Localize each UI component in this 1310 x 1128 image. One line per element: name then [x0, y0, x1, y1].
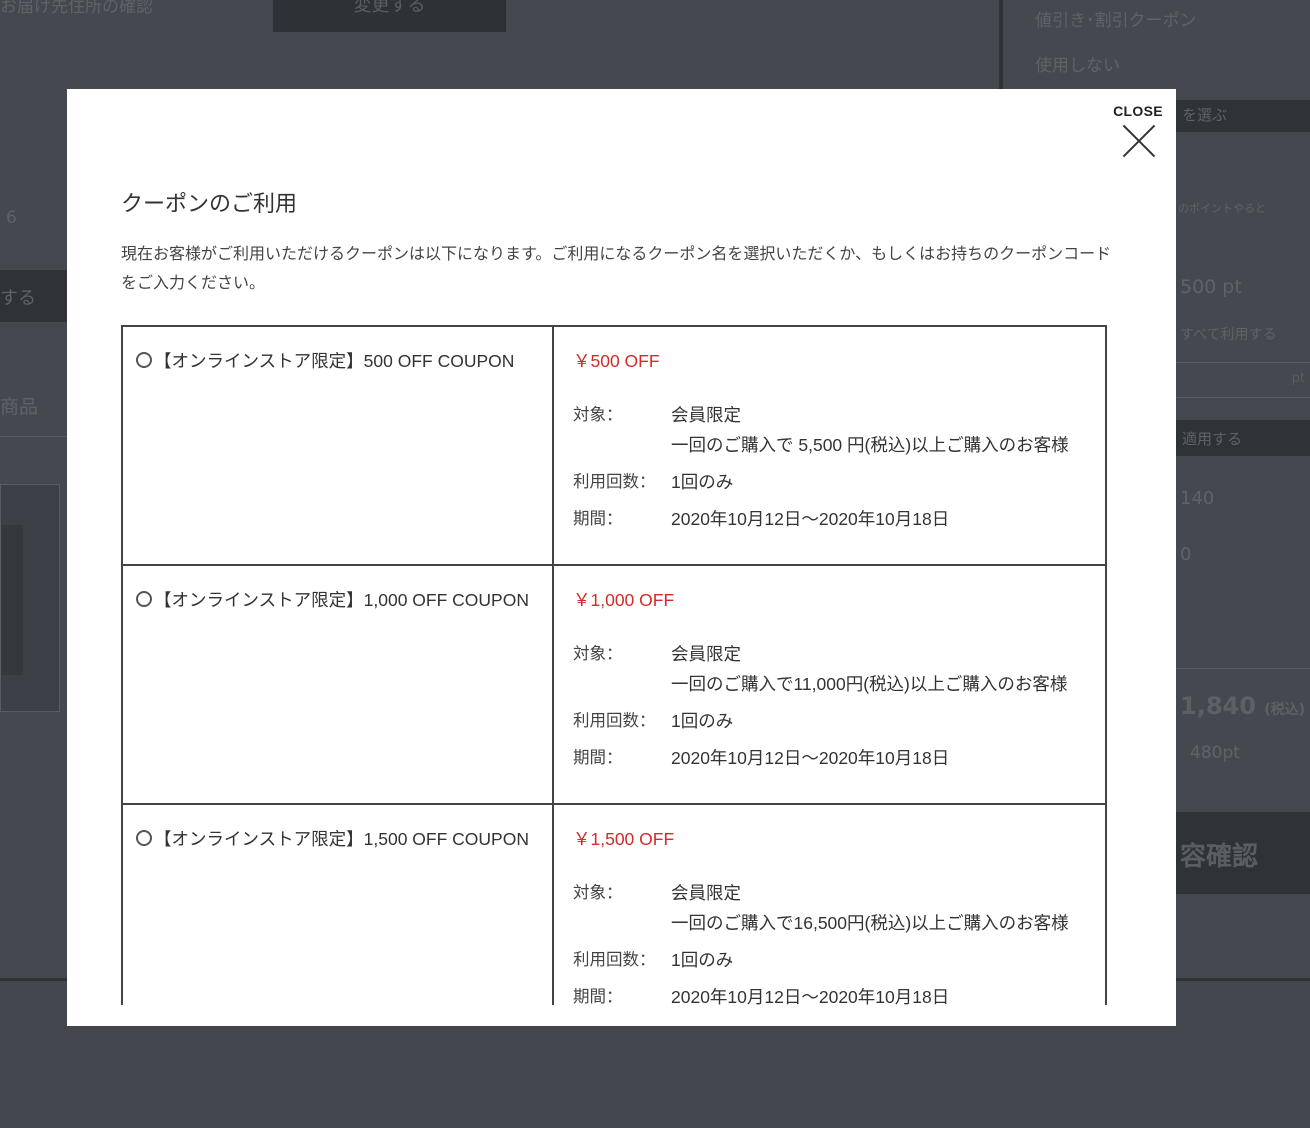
- target-line1: 会員限定: [671, 883, 741, 903]
- usage-value: 1回のみ: [671, 472, 734, 492]
- coupon-row: 【オンラインストア限定】1,500 OFF COUPON ￥1,500 OFF …: [123, 805, 1105, 1007]
- bg-address-text: お届け先住所の確認: [0, 0, 153, 17]
- bg-apply-bar: 適用する: [1176, 420, 1310, 456]
- usage-label: 利用回数：: [573, 951, 656, 969]
- target-line1: 会員限定: [671, 405, 741, 425]
- coupon-period-row: 期間： 2020年10月12日〜2020年10月18日: [573, 504, 1105, 534]
- coupon-modal: CLOSE クーポンのご利用 現在お客様がご利用いただけるクーポンは以下になりま…: [67, 89, 1176, 1026]
- target-line2: 一回のご購入で16,500円(税込)以上ご購入のお客様: [671, 913, 1069, 933]
- bg-value-a: 140: [1180, 488, 1215, 509]
- coupon-period-row: 期間： 2020年10月12日〜2020年10月18日: [573, 982, 1105, 1012]
- target-value: 会員限定 一回のご購入で 5,500 円(税込)以上ご購入のお客様: [671, 400, 1105, 460]
- coupon-name: 【オンラインストア限定】500 OFF COUPON: [154, 351, 515, 371]
- close-label: CLOSE: [1113, 103, 1163, 119]
- coupon-price: ￥1,500 OFF: [573, 829, 675, 849]
- bg-earned-points: 480pt: [1190, 743, 1240, 763]
- target-line1: 会員限定: [671, 644, 741, 664]
- target-value: 会員限定 一回のご購入で11,000円(税込)以上ご購入のお客様: [671, 639, 1105, 699]
- bg-total-tax: (税込): [1264, 702, 1306, 718]
- bg-select-bar: を選ぶ: [1176, 100, 1310, 132]
- coupon-price: ￥500 OFF: [573, 351, 660, 371]
- coupon-details: ￥1,000 OFF 対象： 会員限定 一回のご購入で11,000円(税込)以上…: [554, 566, 1105, 803]
- period-value: 2020年10月12日〜2020年10月18日: [671, 987, 950, 1007]
- close-icon[interactable]: [1120, 123, 1156, 159]
- bg-use-all-points: すべて利用する: [1180, 327, 1277, 343]
- bg-product-heading: 商品: [0, 396, 39, 418]
- radio-button[interactable]: [136, 591, 152, 607]
- coupon-target-row: 対象： 会員限定 一回のご購入で 5,500 円(税込)以上ご購入のお客様: [573, 400, 1105, 460]
- bg-coupon-unused: 使用しない: [1035, 56, 1120, 76]
- period-label: 期間：: [573, 510, 623, 528]
- coupon-row: 【オンラインストア限定】1,000 OFF COUPON ￥1,000 OFF …: [123, 566, 1105, 805]
- modal-title: クーポンのご利用: [121, 192, 298, 217]
- bg-points-note: のポイントやると: [1178, 202, 1266, 215]
- period-label: 期間：: [573, 988, 623, 1006]
- coupon-option[interactable]: 【オンラインストア限定】500 OFF COUPON: [123, 327, 554, 564]
- coupon-target-row: 対象： 会員限定 一回のご購入で16,500円(税込)以上ご購入のお客様: [573, 878, 1105, 938]
- bg-change-button: 変更する: [273, 0, 506, 32]
- period-label: 期間：: [573, 749, 623, 767]
- coupon-name: 【オンラインストア限定】1,500 OFF COUPON: [154, 829, 529, 849]
- coupon-table: 【オンラインストア限定】500 OFF COUPON ￥500 OFF 対象： …: [121, 325, 1107, 1007]
- target-label: 対象：: [573, 645, 623, 663]
- bg-value-b: 0: [1180, 544, 1192, 565]
- usage-value: 1回のみ: [671, 950, 734, 970]
- close-button[interactable]: CLOSE: [1113, 103, 1163, 163]
- bg-total: 1,840 (税込): [1180, 692, 1305, 720]
- usage-label: 利用回数：: [573, 712, 656, 730]
- target-label: 対象：: [573, 884, 623, 902]
- bg-points-unit: pt: [1291, 371, 1305, 386]
- modal-description: 現在お客様がご利用いただけるクーポンは以下になります。ご利用になるクーポン名を選…: [121, 244, 1112, 292]
- radio-button[interactable]: [136, 352, 152, 368]
- target-line2: 一回のご購入で 5,500 円(税込)以上ご購入のお客様: [671, 435, 1069, 455]
- bg-column-divider: [999, 0, 1003, 90]
- coupon-usage-row: 利用回数： 1回のみ: [573, 706, 1105, 736]
- coupon-price: ￥1,000 OFF: [573, 590, 675, 610]
- bg-number: 6: [6, 208, 17, 228]
- usage-value: 1回のみ: [671, 711, 734, 731]
- period-value: 2020年10月12日〜2020年10月18日: [671, 509, 950, 529]
- usage-label: 利用回数：: [573, 473, 656, 491]
- bg-points-input: pt: [1175, 362, 1310, 398]
- bg-total-value: 1,840: [1180, 692, 1256, 720]
- period-value: 2020年10月12日〜2020年10月18日: [671, 748, 950, 768]
- bg-divider: [1176, 668, 1310, 669]
- target-line2: 一回のご購入で11,000円(税込)以上ご購入のお客様: [671, 674, 1068, 694]
- target-label: 対象：: [573, 406, 623, 424]
- coupon-usage-row: 利用回数： 1回のみ: [573, 467, 1105, 497]
- coupon-details: ￥500 OFF 対象： 会員限定 一回のご購入で 5,500 円(税込)以上ご…: [554, 327, 1105, 564]
- coupon-name: 【オンラインストア限定】1,000 OFF COUPON: [154, 590, 529, 610]
- bg-discount-coupon-label: 値引き･割引クーポン: [1035, 11, 1197, 31]
- coupon-period-row: 期間： 2020年10月12日〜2020年10月18日: [573, 743, 1105, 773]
- coupon-usage-row: 利用回数： 1回のみ: [573, 945, 1105, 975]
- radio-button[interactable]: [136, 830, 152, 846]
- bg-confirm-button: 容確認: [1176, 812, 1310, 894]
- bg-divider: [0, 436, 67, 437]
- target-value: 会員限定 一回のご購入で16,500円(税込)以上ご購入のお客様: [671, 878, 1105, 938]
- coupon-option[interactable]: 【オンラインストア限定】1,000 OFF COUPON: [123, 566, 554, 803]
- bg-product-image: [0, 484, 60, 712]
- bg-left-bar: する: [0, 270, 67, 322]
- coupon-target-row: 対象： 会員限定 一回のご購入で11,000円(税込)以上ご購入のお客様: [573, 639, 1105, 699]
- coupon-details: ￥1,500 OFF 対象： 会員限定 一回のご購入で16,500円(税込)以上…: [554, 805, 1105, 1007]
- coupon-row: 【オンラインストア限定】500 OFF COUPON ￥500 OFF 対象： …: [123, 327, 1105, 566]
- coupon-option[interactable]: 【オンラインストア限定】1,500 OFF COUPON: [123, 805, 554, 1005]
- bg-points-value: 500 pt: [1180, 276, 1242, 298]
